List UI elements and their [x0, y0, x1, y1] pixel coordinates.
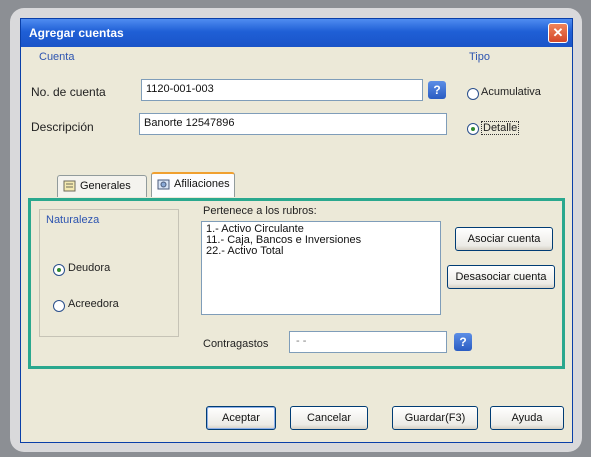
- general-tab-icon: [63, 180, 76, 192]
- naturaleza-deudora-label: Deudora: [68, 262, 111, 274]
- tab-afiliaciones-label: Afiliaciones: [174, 178, 230, 190]
- numero-cuenta-help-button[interactable]: ?: [428, 81, 446, 99]
- tipo-detalle-radio[interactable]: [467, 123, 479, 135]
- cuenta-group-label: Cuenta: [39, 51, 75, 63]
- help-icon: ?: [459, 335, 467, 349]
- contragastos-combo[interactable]: - -: [289, 331, 447, 353]
- aceptar-button[interactable]: Aceptar: [206, 406, 276, 430]
- afiliaciones-tab-icon: [157, 179, 170, 190]
- tipo-group-label: Tipo: [469, 51, 490, 63]
- close-icon: ✕: [552, 25, 564, 40]
- contragastos-label: Contragastos: [203, 338, 269, 350]
- title-bar[interactable]: Agregar cuentas ✕: [21, 19, 572, 47]
- numero-cuenta-label: No. de cuenta: [31, 85, 106, 99]
- descripcion-label: Descripción: [31, 120, 94, 134]
- descripcion-input[interactable]: Banorte 12547896: [139, 113, 447, 135]
- tipo-detalle-label: Detalle: [481, 121, 520, 135]
- desasociar-cuenta-button[interactable]: Desasociar cuenta: [447, 265, 555, 289]
- tipo-acumulativa-radio[interactable]: [467, 88, 479, 100]
- list-item[interactable]: 22.- Activo Total: [206, 246, 436, 257]
- tab-generales[interactable]: Generales: [57, 175, 147, 197]
- afiliaciones-panel: Naturaleza Deudora Acreedora Pertenece a…: [28, 198, 565, 369]
- naturaleza-group-label: Naturaleza: [46, 214, 100, 226]
- rubros-list[interactable]: 1.- Activo Circulante 11.- Caja, Bancos …: [201, 221, 441, 315]
- rubros-label: Pertenece a los rubros:: [203, 205, 317, 217]
- cancelar-button[interactable]: Cancelar: [290, 406, 368, 430]
- naturaleza-acreedora-radio[interactable]: [53, 300, 65, 312]
- guardar-button[interactable]: Guardar(F3): [392, 406, 478, 430]
- tab-generales-label: Generales: [80, 180, 131, 192]
- numero-cuenta-input[interactable]: 1120-001-003: [141, 79, 423, 101]
- window-title: Agregar cuentas: [29, 26, 124, 40]
- help-icon: ?: [433, 83, 441, 97]
- contragastos-help-button[interactable]: ?: [454, 333, 472, 351]
- ayuda-button[interactable]: Ayuda: [490, 406, 564, 430]
- naturaleza-acreedora-label: Acreedora: [68, 298, 119, 310]
- tab-afiliaciones[interactable]: Afiliaciones: [151, 172, 235, 197]
- asociar-cuenta-button[interactable]: Asociar cuenta: [455, 227, 553, 251]
- close-button[interactable]: ✕: [548, 23, 568, 43]
- tipo-acumulativa-label: Acumulativa: [481, 86, 541, 98]
- naturaleza-deudora-radio[interactable]: [53, 264, 65, 276]
